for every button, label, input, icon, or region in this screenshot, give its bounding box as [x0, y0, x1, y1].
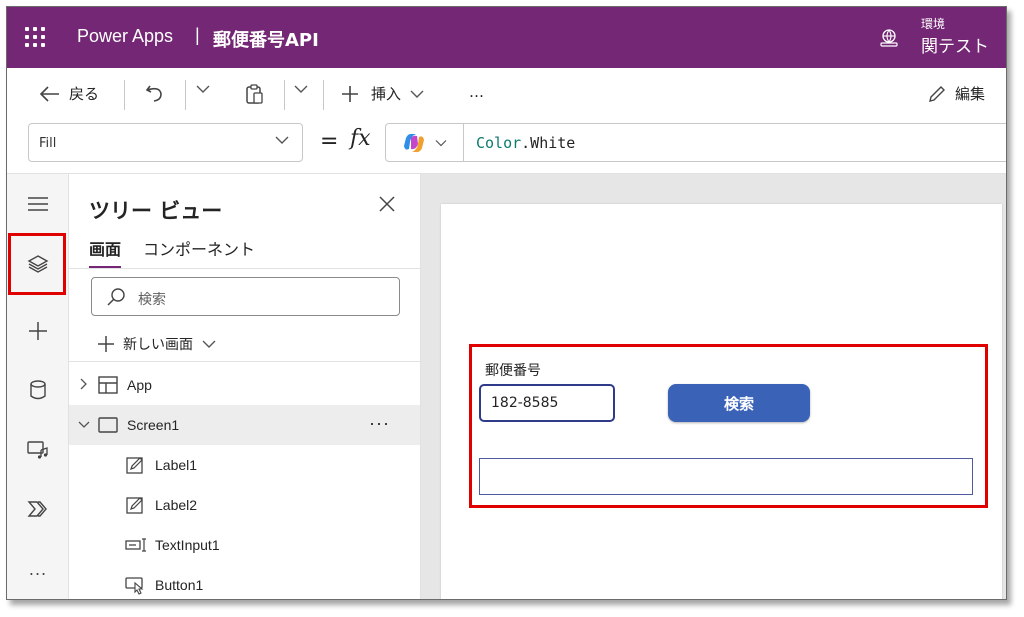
power-automate-icon[interactable]: [7, 489, 69, 529]
toolbar-divider: [124, 80, 125, 110]
tree-view-title: ツリー ビュー: [89, 199, 223, 223]
textinput-icon: [125, 538, 146, 552]
copilot-button[interactable]: [386, 124, 464, 161]
more-commands-button[interactable]: …: [469, 83, 484, 101]
search-input[interactable]: 検索: [91, 277, 400, 316]
title-separator: |: [195, 25, 200, 45]
tab-screens[interactable]: 画面: [89, 236, 122, 269]
clipboard-icon: [246, 84, 263, 104]
tree-node-label: Label1: [155, 457, 198, 473]
tree-node-app[interactable]: App: [69, 365, 420, 405]
command-bar: 戻る 挿入 … 編集: [7, 68, 1006, 120]
design-canvas: 郵便番号 182-8585 検索: [421, 174, 1006, 599]
tree-view-panel: ツリー ビュー 画面 コンポーネント 検索 新しい画面 App Screen1 …: [69, 174, 421, 599]
power-apps-studio-window: Power Apps | 郵便番号API 環境 関テスト 戻る 挿入 … 編集 …: [6, 6, 1007, 600]
rail-highlight-box: [8, 233, 66, 295]
tab-components[interactable]: コンポーネント: [143, 236, 255, 269]
edit-button[interactable]: 編集: [927, 83, 985, 104]
property-dropdown[interactable]: Fill: [28, 123, 303, 162]
hamburger-icon[interactable]: [7, 184, 69, 224]
screen-icon: [98, 417, 118, 433]
tree-node-label: Screen1: [127, 417, 180, 433]
environment-label: 環境: [921, 17, 946, 31]
tree-divider: [69, 361, 420, 362]
label-icon: [126, 497, 143, 514]
tree-node-textinput1[interactable]: TextInput1: [69, 525, 420, 565]
chevron-down-icon: [196, 85, 210, 93]
waffle-menu-icon[interactable]: [25, 27, 47, 49]
tree-tabs: 画面 コンポーネント: [89, 236, 255, 269]
chevron-down-icon: [435, 139, 447, 146]
product-name: Power Apps: [77, 26, 174, 46]
formula-text: Color.White: [476, 134, 575, 152]
plus-icon[interactable]: [7, 311, 69, 351]
undo-icon: [145, 85, 162, 102]
search-placeholder: 検索: [138, 292, 166, 308]
label-icon: [126, 457, 143, 474]
plus-icon: [98, 336, 114, 352]
chevron-down-icon: [294, 85, 308, 93]
tree-node-label: Label2: [155, 497, 198, 513]
database-icon[interactable]: [7, 370, 69, 410]
copilot-icon: [404, 133, 424, 152]
new-screen-button[interactable]: 新しい画面: [97, 334, 217, 354]
formula-input[interactable]: Color.White: [385, 123, 1006, 162]
canvas-highlight-box: [469, 344, 988, 508]
undo-dropdown[interactable]: [195, 83, 211, 95]
environment-name[interactable]: 関テスト: [921, 32, 989, 57]
more-icon[interactable]: ...: [7, 549, 69, 589]
formula-property: .White: [521, 134, 576, 152]
left-rail: ...: [7, 174, 69, 599]
equals-sign: =: [320, 129, 339, 154]
toolbar-divider: [185, 80, 186, 110]
undo-button[interactable]: [144, 83, 166, 103]
formula-bar: Fill = fx Color.White: [7, 120, 1006, 174]
search-icon: [107, 288, 125, 306]
tabs-divider: [69, 268, 420, 269]
tree-node-label: App: [127, 377, 152, 393]
toolbar-divider: [323, 80, 324, 110]
chevron-down-icon: [410, 90, 424, 98]
environment-icon[interactable]: [879, 29, 899, 47]
back-button[interactable]: 戻る: [39, 83, 99, 104]
chevron-down-icon: [202, 340, 216, 348]
pencil-icon: [929, 85, 945, 102]
chevron-right-icon[interactable]: [77, 378, 91, 393]
edit-label: 編集: [955, 85, 986, 103]
paste-dropdown[interactable]: [293, 83, 309, 95]
close-icon[interactable]: [375, 192, 399, 216]
insert-button[interactable]: 挿入: [341, 83, 425, 104]
tree-node-label: Button1: [155, 577, 204, 593]
fx-icon[interactable]: fx: [350, 126, 371, 151]
tree-node-label1[interactable]: Label1: [69, 445, 420, 485]
property-value: Fill: [39, 136, 57, 151]
button-icon: [125, 577, 144, 595]
tree-node-screen1[interactable]: Screen1 ···: [69, 405, 420, 445]
chevron-down-icon[interactable]: [77, 418, 91, 432]
app-header: Power Apps | 郵便番号API 環境 関テスト: [7, 7, 1006, 68]
back-arrow-icon: [39, 85, 59, 102]
back-label: 戻る: [69, 85, 100, 103]
tree-node-button1[interactable]: Button1: [69, 565, 420, 599]
formula-object: Color: [476, 134, 522, 152]
media-icon[interactable]: [7, 430, 69, 470]
screen1-canvas[interactable]: 郵便番号 182-8585 検索: [441, 204, 1002, 599]
tree-node-label: TextInput1: [155, 537, 220, 553]
plus-icon: [342, 85, 358, 102]
chevron-down-icon: [274, 134, 290, 150]
paste-button[interactable]: [243, 83, 265, 105]
app-icon: [98, 376, 118, 394]
node-more-button[interactable]: ···: [369, 413, 390, 434]
app-title: 郵便番号API: [213, 30, 319, 51]
tree-node-label2[interactable]: Label2: [69, 485, 420, 525]
insert-label: 挿入: [371, 85, 402, 103]
new-screen-label: 新しい画面: [123, 337, 193, 353]
toolbar-divider: [284, 80, 285, 110]
